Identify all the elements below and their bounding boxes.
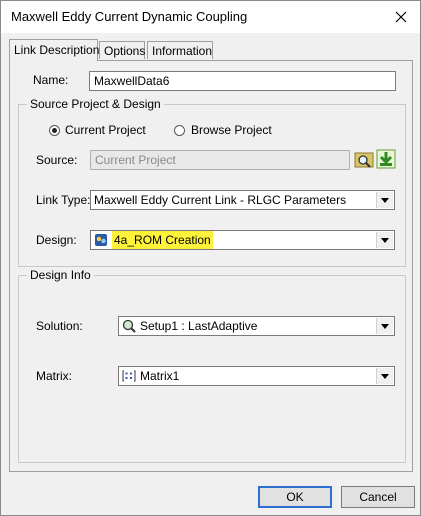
matrix-icon	[122, 370, 136, 382]
browse-project-label: Browse Project	[191, 123, 272, 137]
name-field[interactable]: MaxwellData6	[89, 71, 396, 91]
solution-combo[interactable]: Setup1 : LastAdaptive	[118, 316, 395, 336]
design-value: 4a_ROM Creation	[112, 231, 213, 249]
solution-label: Solution:	[36, 319, 83, 333]
source-field[interactable]: Current Project	[90, 150, 350, 170]
source-group-title: Source Project & Design	[27, 97, 164, 111]
design-combo[interactable]: 4a_ROM Creation	[90, 230, 395, 250]
matrix-combo[interactable]: Matrix1	[118, 366, 395, 386]
close-icon	[395, 11, 407, 23]
chevron-down-icon[interactable]	[376, 368, 393, 384]
matrix-value: Matrix1	[140, 369, 180, 383]
design-value-wrap: 4a_ROM Creation	[94, 231, 213, 249]
source-label: Source:	[36, 153, 78, 167]
chevron-down-icon[interactable]	[376, 192, 393, 208]
maxwell-design-icon	[95, 234, 107, 246]
matrix-label: Matrix:	[36, 369, 72, 383]
solution-setup-icon	[122, 319, 136, 333]
link-type-combo[interactable]: Maxwell Eddy Current Link - RLGC Paramet…	[90, 190, 395, 210]
title-bar: Maxwell Eddy Current Dynamic Coupling	[1, 1, 420, 33]
current-project-radio[interactable]	[49, 125, 60, 136]
browse-button[interactable]	[354, 149, 374, 169]
solution-value: Setup1 : LastAdaptive	[140, 319, 258, 333]
matrix-value-wrap: Matrix1	[122, 367, 179, 385]
tab-information[interactable]: Information	[147, 41, 213, 59]
chevron-down-icon[interactable]	[376, 318, 393, 334]
tab-options[interactable]: Options	[99, 41, 145, 59]
link-type-value: Maxwell Eddy Current Link - RLGC Paramet…	[94, 193, 347, 207]
download-arrow-icon	[376, 149, 396, 169]
ok-button[interactable]: OK	[258, 486, 332, 508]
browse-folder-icon	[354, 152, 374, 168]
tab-link-description[interactable]: Link Description	[9, 39, 99, 61]
current-project-label: Current Project	[65, 123, 146, 137]
source-project-group: Source Project & Design Current Project …	[18, 97, 406, 267]
import-button[interactable]	[376, 149, 396, 169]
design-label: Design:	[36, 233, 77, 247]
browse-project-radio[interactable]	[174, 125, 185, 136]
tab-panel: Name: MaxwellData6 Source Project & Desi…	[9, 60, 413, 472]
window-title: Maxwell Eddy Current Dynamic Coupling	[11, 9, 248, 24]
close-button[interactable]	[386, 3, 416, 31]
chevron-down-icon[interactable]	[376, 232, 393, 248]
solution-value-wrap: Setup1 : LastAdaptive	[122, 317, 257, 335]
dialog-window: Maxwell Eddy Current Dynamic Coupling Li…	[0, 0, 421, 516]
cancel-button[interactable]: Cancel	[341, 486, 415, 508]
name-label: Name:	[33, 73, 69, 87]
design-info-title: Design Info	[27, 268, 94, 282]
design-info-group: Design Info Solution: Setup1 : LastAdapt…	[18, 268, 406, 463]
link-type-label: Link Type:	[36, 193, 91, 207]
